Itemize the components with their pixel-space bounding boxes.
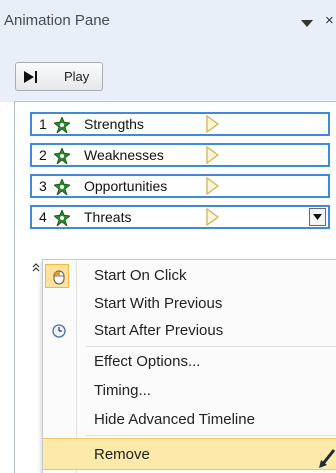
menu-separator — [86, 346, 336, 347]
menu-item-label: Timing... — [94, 382, 151, 399]
animation-item-name: Weaknesses — [84, 147, 164, 163]
dropdown-arrow-icon[interactable] — [309, 208, 326, 226]
menu-item-start-with-previous[interactable]: Start With Previous — [43, 290, 336, 318]
play-label: Play — [64, 69, 90, 84]
effect-star-icon — [53, 177, 71, 198]
mouse-click-icon — [50, 267, 70, 287]
effect-star-icon — [53, 146, 71, 167]
close-icon[interactable]: × — [325, 12, 334, 29]
collapse-icon[interactable] — [31, 262, 41, 277]
clock-icon — [52, 324, 72, 344]
menu-item-label: Effect Options... — [94, 353, 201, 370]
animation-item[interactable]: 1 Strengths — [30, 112, 330, 136]
animation-item-selected[interactable]: 4 Threats — [30, 205, 330, 229]
menu-item-label: Start On Click — [94, 267, 187, 284]
timing-bar-icon[interactable] — [206, 145, 220, 167]
animation-order-number: 1 — [39, 116, 47, 132]
effect-star-icon — [53, 208, 71, 229]
animation-item-name: Threats — [84, 209, 132, 225]
timing-bar-icon[interactable] — [206, 207, 220, 229]
animation-order-number: 3 — [39, 178, 47, 194]
pane-header: Animation Pane × — [0, 0, 336, 53]
timing-bar-icon[interactable] — [206, 176, 220, 198]
effect-star-icon — [53, 115, 71, 136]
menu-item-start-on-click[interactable]: Start On Click — [43, 262, 336, 290]
animation-item-name: Opportunities — [84, 178, 168, 194]
menu-item-timing[interactable]: Timing... — [43, 377, 336, 405]
menu-item-hide-advanced-timeline[interactable]: Hide Advanced Timeline — [43, 406, 336, 434]
menu-item-label: Remove — [94, 446, 150, 463]
menu-item-start-after-previous[interactable]: Start After Previous — [43, 317, 336, 345]
animation-order-number: 4 — [39, 209, 47, 225]
timing-bar-icon[interactable] — [206, 114, 220, 136]
animation-item-name: Strengths — [84, 116, 144, 132]
menu-separator — [86, 435, 336, 436]
menu-item-label: Hide Advanced Timeline — [94, 411, 255, 428]
pane-title: Animation Pane — [4, 12, 110, 29]
menu-item-label: Start With Previous — [94, 295, 223, 312]
pane-menu-icon[interactable] — [300, 16, 314, 30]
animation-item[interactable]: 3 Opportunities — [30, 174, 330, 198]
play-button[interactable]: Play — [15, 62, 103, 91]
play-area: Play — [0, 52, 336, 102]
context-menu: Start On Click Start With Previous Start… — [42, 259, 336, 473]
cursor-arrow-icon — [318, 448, 336, 473]
animation-order-number: 2 — [39, 147, 47, 163]
menu-item-label: Start After Previous — [94, 322, 224, 339]
animation-item[interactable]: 2 Weaknesses — [30, 143, 330, 167]
menu-item-remove[interactable]: Remove — [43, 438, 336, 470]
menu-item-effect-options[interactable]: Effect Options... — [43, 348, 336, 376]
play-icon — [24, 71, 38, 86]
